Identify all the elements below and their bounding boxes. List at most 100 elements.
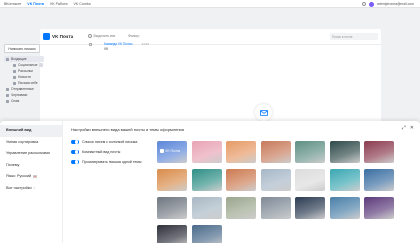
folder-label: Рассылки	[18, 69, 33, 73]
envelope-icon	[259, 109, 268, 116]
toggle-row: Просматривать письма одной темы	[71, 157, 141, 167]
folder-item[interactable]: Спам	[4, 98, 44, 104]
theme-label: VK Почта	[165, 149, 180, 153]
folder-label: Отправленные	[11, 87, 34, 91]
theme-thumbnail[interactable]	[364, 141, 394, 163]
panel-window-controls: ⤢ ✕	[402, 126, 414, 131]
folder-label: Новости	[18, 75, 31, 79]
theme-thumbnail[interactable]	[260, 197, 291, 219]
theme-thumbnail[interactable]	[295, 169, 325, 191]
filter-button[interactable]: Фильтр	[128, 34, 139, 38]
theme-thumbnail[interactable]	[260, 141, 291, 163]
select-all-label: Выделить все	[93, 34, 116, 38]
drafts-icon	[6, 93, 9, 97]
compose-button[interactable]: Написать письмо	[4, 44, 40, 53]
toggle-switch[interactable]	[71, 139, 79, 145]
theme-thumbnail[interactable]	[191, 197, 222, 219]
folder-label: Письма себе	[18, 81, 38, 85]
settings-nav-item[interactable]: Управление рассылками	[0, 148, 62, 160]
notification-icon[interactable]	[362, 2, 367, 6]
message-row[interactable]: Команда VK Почты VK 14:52	[88, 42, 150, 56]
toggle-row: Список писем с колонкой письма	[71, 137, 141, 147]
settings-nav-item[interactable]: Все настройки ›	[0, 183, 62, 195]
theme-thumbnail[interactable]	[191, 225, 222, 243]
message-time: 14:52	[141, 42, 149, 46]
select-all-button[interactable]: Выделить все	[88, 34, 115, 38]
theme-thumbnail[interactable]	[329, 169, 360, 191]
settings-nav-label: Внешний вид	[6, 128, 32, 132]
theme-thumbnail[interactable]	[157, 197, 187, 219]
self-mail-icon	[13, 81, 16, 85]
toggle-row: Компактный вид почты	[71, 147, 141, 157]
folder-label: Входящие	[11, 57, 27, 61]
settings-nav-label: Почему	[6, 162, 20, 167]
spam-icon	[6, 99, 9, 103]
vk-logo-icon	[160, 149, 164, 153]
folder-list: Входящие Социальные Рассылки Новости Письма …	[4, 56, 44, 104]
checkbox-icon	[88, 34, 92, 38]
vk-logo-icon	[43, 33, 50, 40]
portal-link[interactable]: VK Почта	[27, 1, 44, 7]
portal-link[interactable]: VK Работа	[50, 1, 68, 7]
search-input[interactable]: Поиск в почте	[330, 33, 378, 40]
message-checkbox[interactable]	[89, 43, 92, 46]
settings-nav-item[interactable]: Почему	[0, 160, 62, 172]
theme-thumbnail[interactable]	[157, 225, 187, 243]
russian-flag-icon	[33, 175, 38, 179]
user-menu[interactable]: artemjdronea@mail.com	[362, 1, 414, 7]
settings-nav-item[interactable]: Умная сортировка	[0, 137, 62, 149]
expand-icon[interactable]: ⤢	[402, 126, 406, 131]
avatar[interactable]	[369, 1, 375, 7]
theme-thumbnail[interactable]	[191, 141, 222, 163]
default-theme-label: VK Почта	[160, 149, 180, 153]
theme-thumbnail[interactable]	[226, 169, 256, 191]
appearance-toggles: Список писем с колонкой письма Компактный…	[71, 137, 141, 167]
theme-thumbnail[interactable]	[157, 169, 187, 191]
news-icon	[13, 75, 16, 79]
toggle-switch[interactable]	[71, 159, 79, 165]
settings-nav-label: Все настройки	[6, 185, 32, 190]
portal-link[interactable]: VK Combo	[73, 1, 90, 7]
inbox-icon	[6, 57, 9, 61]
theme-thumbnail[interactable]	[226, 197, 256, 219]
theme-thumbnail[interactable]	[364, 197, 394, 219]
settings-nav-label: Умная сортировка	[6, 139, 39, 144]
logo[interactable]: VK Почта	[43, 33, 73, 40]
settings-nav-item[interactable]: Внешний вид	[0, 125, 62, 137]
appearance-settings-panel: Внешний вид Умная сортировка Управление ра…	[0, 121, 420, 243]
message-sender: Команда VK Почты	[104, 42, 133, 46]
user-email[interactable]: artemjdronea@mail.com	[377, 1, 414, 7]
chevron-right-icon: ›	[33, 185, 35, 190]
portal-link[interactable]: ВКонтакте	[4, 1, 21, 7]
newsletter-icon	[13, 69, 16, 73]
theme-thumbnail[interactable]	[364, 169, 394, 191]
mail-envelope-badge	[255, 104, 272, 121]
sent-icon	[6, 87, 9, 91]
theme-thumbnail[interactable]	[329, 141, 360, 163]
social-icon	[13, 63, 16, 67]
settings-nav-label: Язык: Русский	[6, 174, 32, 178]
folder-counter	[39, 63, 43, 67]
toggle-switch[interactable]	[71, 149, 79, 155]
theme-thumbnail[interactable]	[191, 169, 222, 191]
theme-thumbnail[interactable]	[295, 141, 325, 163]
toggle-label: Компактный вид почты	[82, 150, 121, 154]
settings-nav-label: Управление рассылками	[6, 151, 50, 155]
portal-links: ВКонтакте VK Почта VK Работа VK Combo	[4, 1, 91, 7]
settings-nav-item[interactable]: Язык: Русский	[0, 171, 62, 183]
theme-thumbnail[interactable]	[260, 169, 291, 191]
toggle-label: Просматривать письма одной темы	[82, 160, 142, 164]
folder-label: Черновики	[11, 93, 28, 97]
theme-thumbnail[interactable]	[226, 141, 256, 163]
panel-title: Настройки внешнего вида вашей почты и те…	[71, 127, 184, 132]
theme-thumbnail[interactable]	[329, 197, 360, 219]
theme-thumbnail[interactable]: VK Почта	[157, 141, 187, 163]
theme-thumbnail[interactable]	[295, 197, 325, 219]
message-subject: VK	[104, 46, 109, 51]
theme-gallery: VK Почта	[157, 141, 394, 243]
close-icon[interactable]: ✕	[410, 126, 414, 131]
folder-label: Спам	[11, 99, 20, 103]
folder-label: Социальные	[18, 63, 38, 67]
settings-nav: Внешний вид Умная сортировка Управление ра…	[0, 121, 63, 243]
logo-text: VK Почта	[52, 34, 74, 39]
